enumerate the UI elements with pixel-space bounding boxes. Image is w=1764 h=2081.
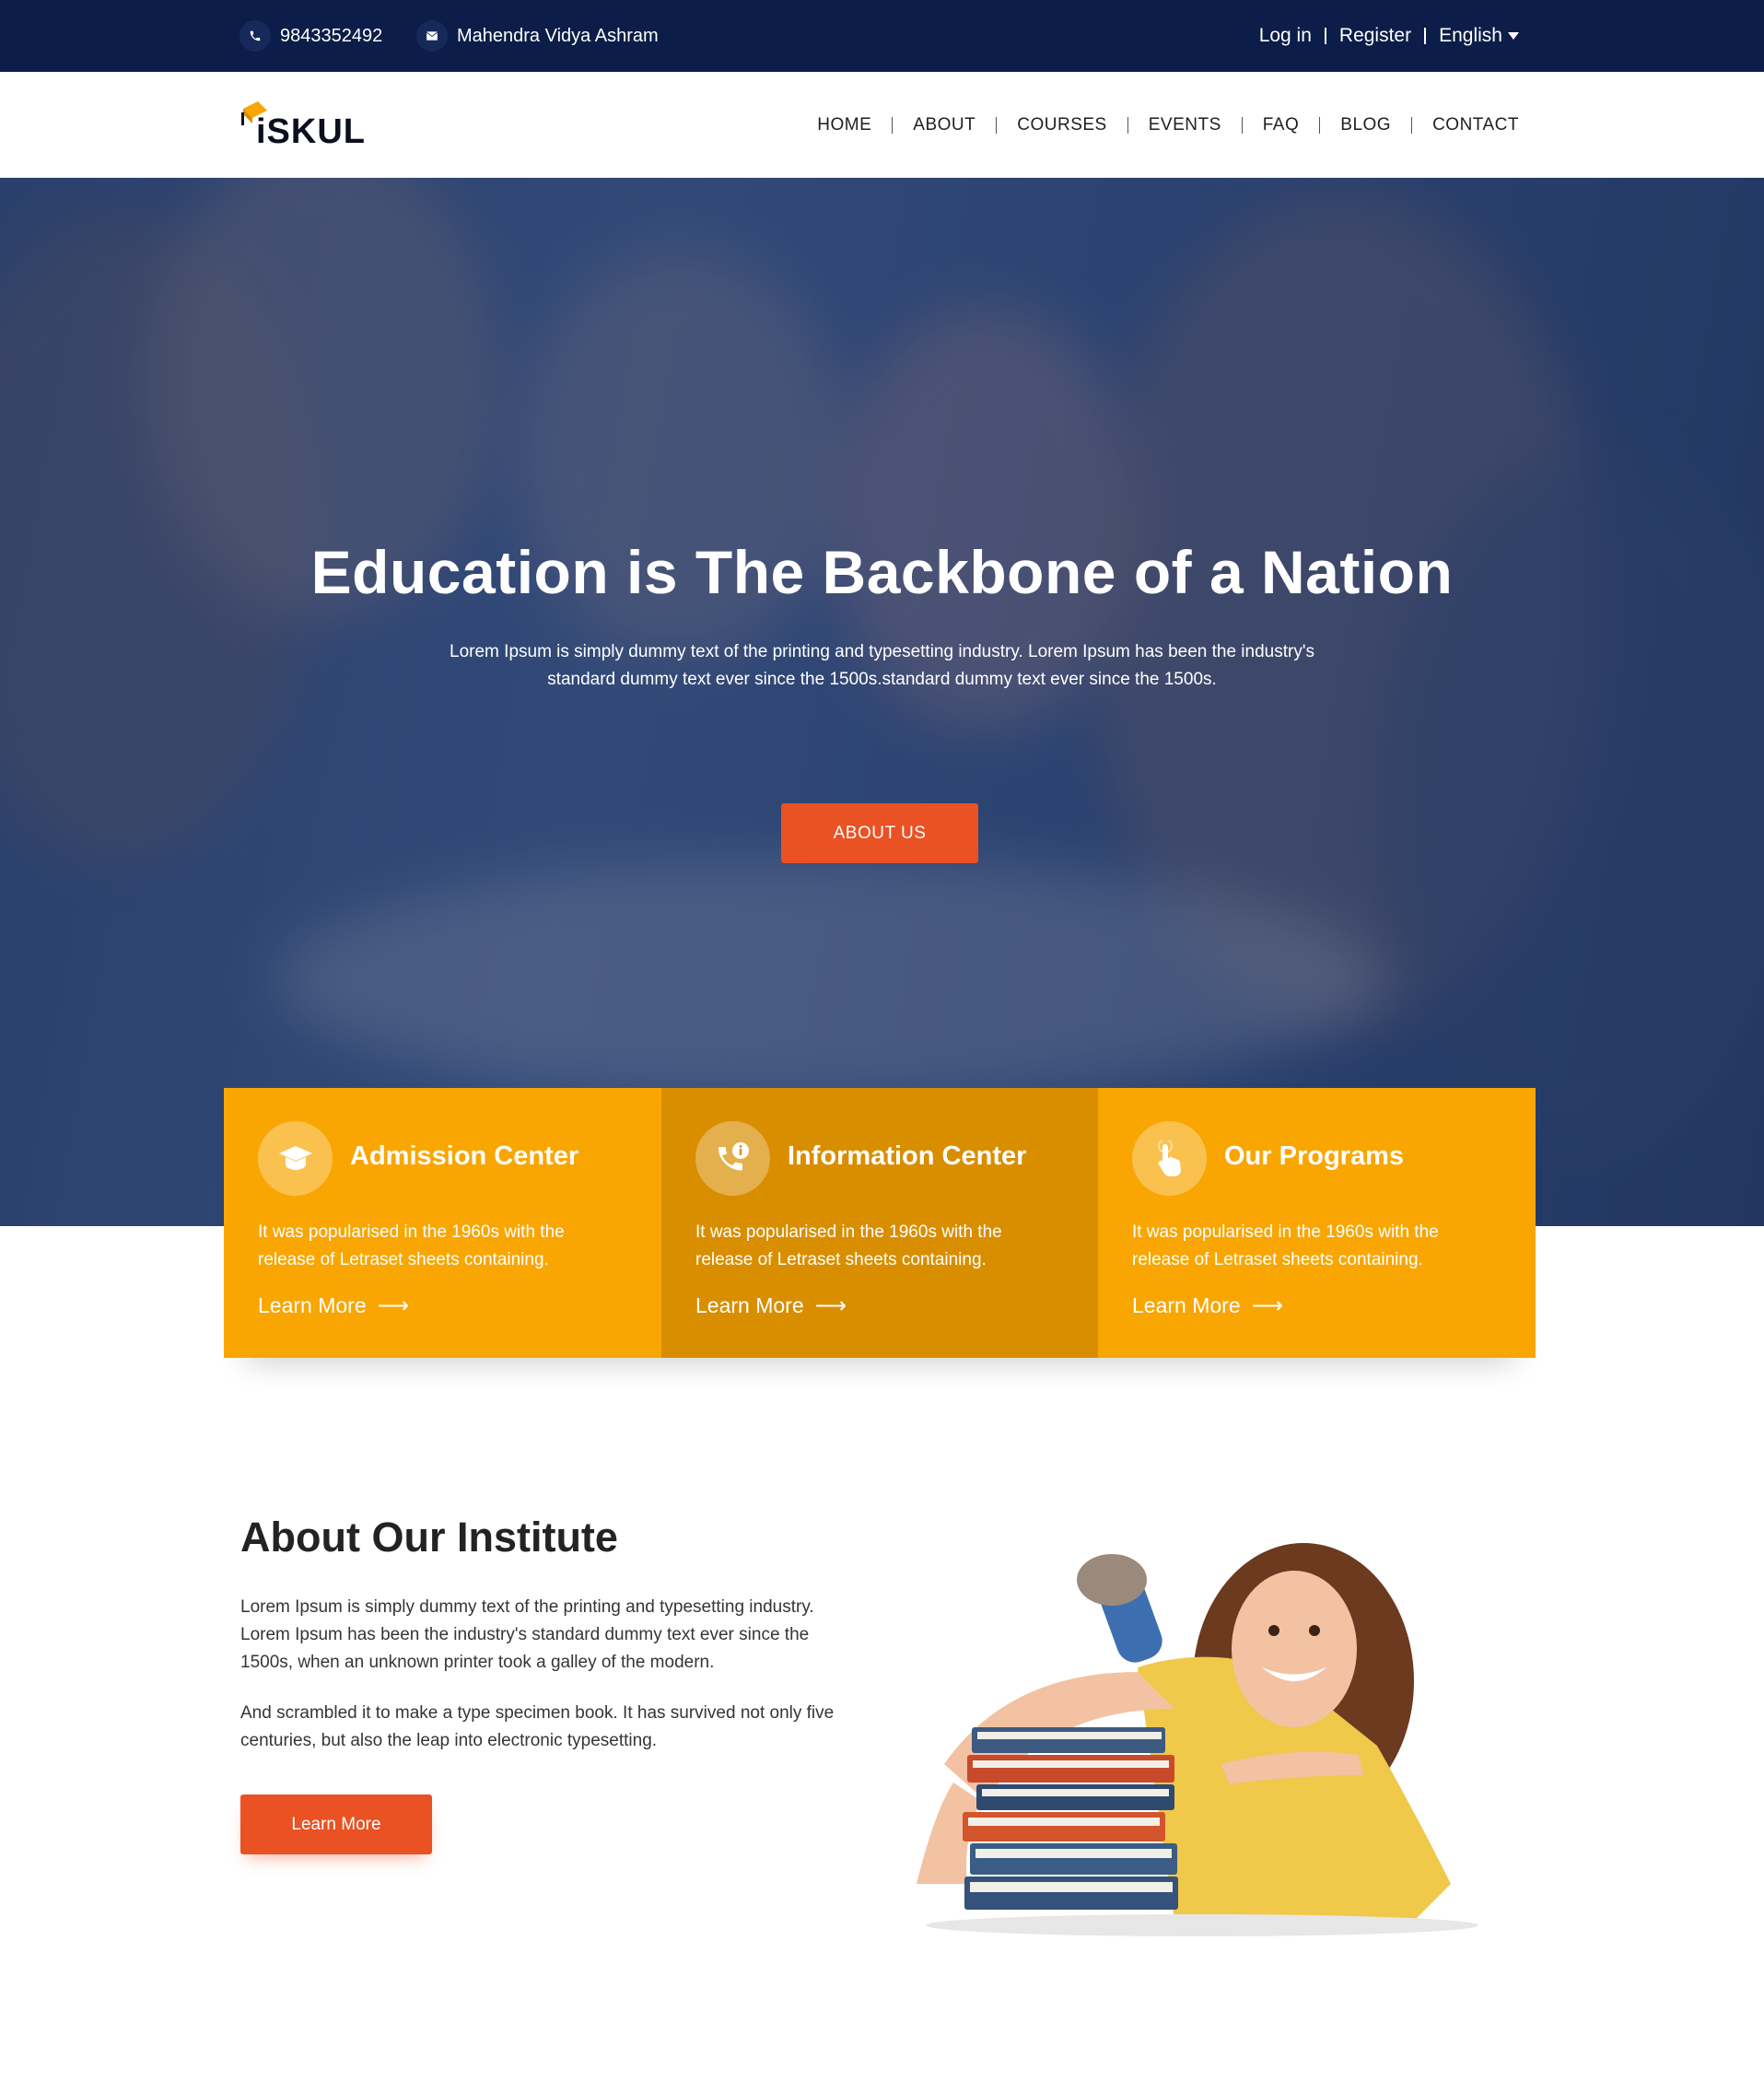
information-center-card: Information Center It was popularised in… [661,1088,1098,1358]
menu-divider [996,116,998,134]
hero-subtitle-line: Lorem Ipsum is simply dummy text of the … [450,642,1314,661]
card-description-line: release of Letraset sheets containing. [1132,1250,1423,1269]
learn-more-label: Learn More [695,1293,804,1317]
arrow-right-icon: ⟶ [377,1293,410,1318]
nav-home[interactable]: HOME [817,115,871,135]
about-section-title: About Our Institute [240,1514,618,1561]
card-title: Our Programs [1224,1141,1404,1171]
menu-divider [1241,116,1243,134]
caret-down-icon [1508,32,1519,40]
hero-subtitle: Lorem Ipsum is simply dummy text of the … [426,638,1338,694]
learn-more-link[interactable]: Learn More ⟶ [1132,1292,1283,1319]
main-navbar: iSKUL HOME ABOUT COURSES EVENTS FAQ BLOG… [0,72,1764,178]
our-programs-card: Our Programs It was popularised in the 1… [1098,1088,1536,1358]
menu-divider [892,116,894,134]
email-contact[interactable]: Mahendra Vidya Ashram [416,0,659,72]
about-paragraph-line: Lorem Ipsum has been the industry's stan… [240,1625,810,1644]
learn-more-link[interactable]: Learn More ⟶ [258,1292,409,1319]
learn-more-label: Learn More [258,1293,367,1317]
logo-wordmark: iSKUL [256,112,366,151]
register-link[interactable]: Register [1339,25,1411,47]
hero-subtitle-line: standard dummy text ever since the 1500s… [547,670,1217,689]
graduation-cap-icon [258,1121,333,1196]
learn-more-label: Learn More [1132,1293,1241,1317]
organization-name: Mahendra Vidya Ashram [457,25,659,46]
card-description: It was popularised in the 1960s with the… [1132,1219,1482,1274]
hand-pointer-icon [1132,1121,1207,1196]
login-link[interactable]: Log in [1259,25,1312,47]
about-paragraph-line: centuries, but also the leap into electr… [240,1731,658,1750]
feature-cards: Admission Center It was popularised in t… [224,1088,1536,1358]
card-description-line: release of Letraset sheets containing. [258,1250,549,1269]
about-us-button[interactable]: ABOUT US [781,803,978,863]
card-description-line: It was popularised in the 1960s with the [258,1222,565,1242]
nav-about[interactable]: ABOUT [913,115,975,135]
nav-contact[interactable]: CONTACT [1432,115,1519,135]
card-title: Information Center [788,1141,1027,1171]
arrow-right-icon: ⟶ [1251,1293,1284,1318]
about-learn-more-button[interactable]: Learn More [240,1795,432,1854]
account-links: Log in Register English [1259,0,1519,72]
card-description-line: It was popularised in the 1960s with the [1132,1222,1439,1242]
envelope-icon [416,20,448,52]
menu-divider [1411,116,1413,134]
hero-banner: Education is The Backbone of a Nation Lo… [0,178,1764,1226]
learn-more-link[interactable]: Learn More ⟶ [695,1292,847,1319]
nav-blog[interactable]: BLOG [1340,115,1391,135]
phone-contact[interactable]: 9843352492 [239,0,382,72]
about-paragraph-line: Lorem Ipsum is simply dummy text of the … [240,1597,814,1617]
about-paragraph-line: 1500s, when an unknown printer took a ga… [240,1653,715,1672]
nav-events[interactable]: EVENTS [1149,115,1221,135]
hero-title: Education is The Backbone of a Nation [310,538,1454,606]
hero-overlay [0,178,1764,1226]
arrow-right-icon: ⟶ [814,1293,847,1318]
phone-info-icon [695,1121,770,1196]
card-description: It was popularised in the 1960s with the… [695,1219,1046,1274]
phone-number: 9843352492 [280,25,383,46]
card-description-line: It was popularised in the 1960s with the [695,1222,1002,1242]
about-paragraph: Lorem Ipsum is simply dummy text of the … [240,1594,858,1677]
main-menu: HOME ABOUT COURSES EVENTS FAQ BLOG CONTA… [817,72,1519,178]
phone-icon [239,20,271,52]
about-paragraph: And scrambled it to make a type specimen… [240,1700,858,1755]
language-selector[interactable]: English [1439,25,1519,47]
card-description-line: release of Letraset sheets containing. [695,1250,987,1269]
menu-divider [1127,116,1128,134]
admission-center-card: Admission Center It was popularised in t… [224,1088,661,1358]
student-with-books-photo [917,1543,1478,1936]
top-bar: 9843352492 Mahendra Vidya Ashram Log in … [0,0,1764,72]
divider [1424,28,1427,44]
nav-courses[interactable]: COURSES [1017,115,1106,135]
site-logo[interactable]: iSKUL [238,99,376,151]
card-title: Admission Center [350,1141,579,1171]
card-description: It was popularised in the 1960s with the… [258,1219,608,1274]
language-label: English [1439,25,1502,46]
nav-faq[interactable]: FAQ [1263,115,1300,135]
divider [1324,28,1326,44]
about-paragraph-line: And scrambled it to make a type specimen… [240,1703,835,1723]
menu-divider [1319,116,1321,134]
